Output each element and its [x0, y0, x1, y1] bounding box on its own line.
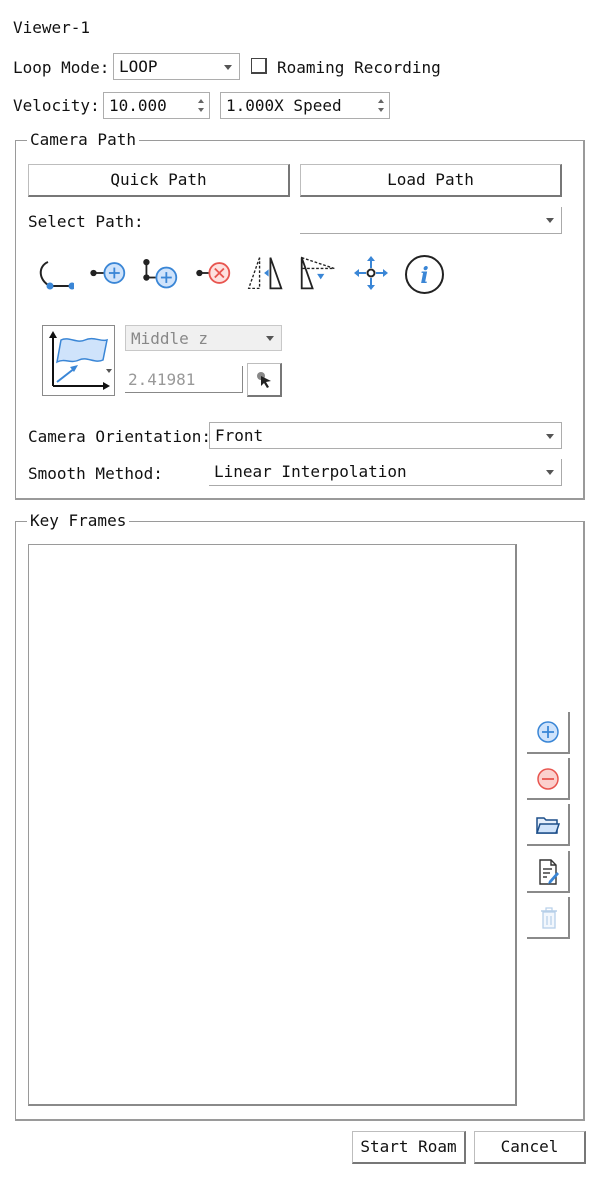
- plane-offset-value: 2.41981: [128, 370, 196, 389]
- spin-up-icon[interactable]: [198, 99, 204, 103]
- curve-path-icon[interactable]: [36, 254, 74, 292]
- plane-offset-input[interactable]: 2.41981: [125, 366, 243, 393]
- loop-mode-label: Loop Mode:: [13, 58, 110, 77]
- chevron-down-icon: [266, 336, 274, 341]
- velocity-spinbox[interactable]: 10.000: [103, 92, 210, 119]
- plane-selector-button[interactable]: [42, 325, 115, 396]
- info-icon[interactable]: i: [404, 254, 445, 295]
- insert-point-icon[interactable]: [141, 254, 179, 292]
- chevron-down-icon: [106, 369, 112, 373]
- edit-file-icon: [539, 859, 559, 885]
- delete-point-icon[interactable]: [194, 254, 232, 292]
- add-keyframe-icon: [537, 721, 559, 743]
- speed-value: 1.000X Speed: [226, 96, 342, 115]
- camera-path-title: Camera Path: [27, 130, 139, 150]
- smooth-method-label: Smooth Method:: [28, 464, 163, 483]
- spin-up-icon[interactable]: [378, 99, 384, 103]
- chevron-down-icon: [224, 64, 232, 70]
- pick-button[interactable]: [247, 363, 282, 397]
- camera-orientation-value: Front: [215, 426, 264, 445]
- delete-all-icon: [541, 907, 557, 929]
- spin-down-icon[interactable]: [198, 108, 204, 112]
- plane-axis-icon: [49, 331, 110, 390]
- velocity-label: Velocity:: [13, 96, 100, 115]
- smooth-method-select[interactable]: Linear Interpolation: [209, 459, 562, 486]
- flip-icon[interactable]: [246, 254, 284, 292]
- chevron-down-icon: [546, 433, 554, 439]
- start-roam-button[interactable]: Start Roam: [352, 1131, 466, 1164]
- plane-axis-value: Middle z: [131, 329, 209, 348]
- select-path-label: Select Path:: [28, 212, 144, 231]
- smooth-method-value: Linear Interpolation: [214, 462, 407, 481]
- chevron-down-icon: [546, 470, 554, 475]
- speed-spinbox[interactable]: 1.000X Speed: [220, 92, 390, 119]
- camera-orientation-select[interactable]: Front: [209, 422, 562, 449]
- svg-text:i: i: [420, 263, 428, 289]
- select-path-select[interactable]: [300, 207, 562, 234]
- move-icon[interactable]: [352, 254, 390, 292]
- loop-mode-value: LOOP: [119, 57, 158, 76]
- quick-path-button[interactable]: Quick Path: [28, 164, 290, 197]
- add-keyframe-button[interactable]: [527, 712, 570, 754]
- roaming-recording-label: Roaming Recording: [277, 58, 441, 77]
- key-frames-list[interactable]: [28, 544, 517, 1106]
- spin-down-icon[interactable]: [378, 108, 384, 112]
- open-folder-icon: [536, 817, 560, 834]
- edit-file-button[interactable]: [527, 851, 570, 893]
- plane-axis-select[interactable]: Middle z: [125, 325, 282, 351]
- remove-keyframe-button[interactable]: [527, 758, 570, 800]
- loop-mode-select[interactable]: LOOP: [113, 53, 240, 80]
- roaming-recording-checkbox[interactable]: [251, 58, 267, 74]
- delete-all-button[interactable]: [527, 897, 570, 939]
- window-title: Viewer-1: [13, 18, 91, 37]
- remove-keyframe-icon: [537, 768, 559, 790]
- load-path-button[interactable]: Load Path: [300, 164, 562, 197]
- pick-cursor-icon: [257, 372, 271, 388]
- camera-orientation-label: Camera Orientation:: [28, 427, 212, 446]
- velocity-value: 10.000: [109, 96, 167, 115]
- open-folder-button[interactable]: [527, 804, 570, 846]
- cancel-button[interactable]: Cancel: [474, 1131, 586, 1164]
- chevron-down-icon: [546, 218, 554, 223]
- add-point-icon[interactable]: [89, 254, 127, 292]
- view-frustum-icon[interactable]: [299, 254, 337, 292]
- key-frames-title: Key Frames: [27, 511, 130, 531]
